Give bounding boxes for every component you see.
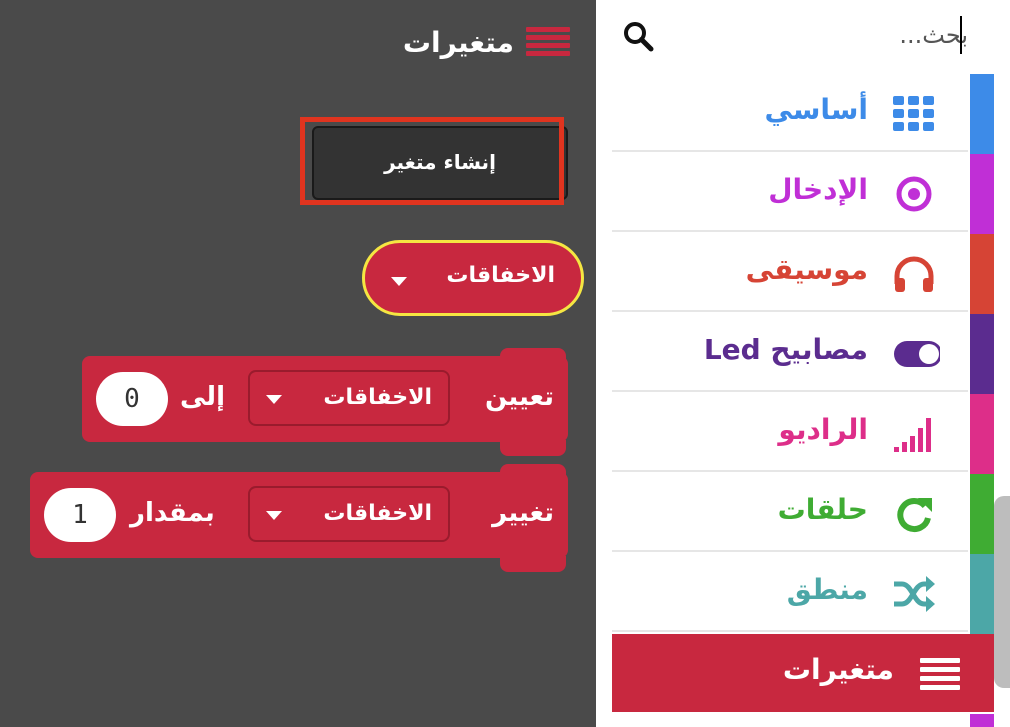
category-label: الراديو (778, 413, 868, 446)
create-variable-button[interactable]: إنشاء متغير (312, 126, 568, 200)
scrollbar[interactable] (994, 496, 1010, 688)
headphones-icon (894, 256, 934, 292)
to-label: إلى (180, 382, 225, 412)
search-icon[interactable] (622, 20, 654, 52)
change-label: تغيير (492, 498, 554, 528)
set-variable-block[interactable]: تعيين الاخفاقات إلى 0 (82, 348, 568, 456)
grid-icon (893, 96, 934, 131)
caret-down-icon (266, 511, 282, 520)
toggle-icon (894, 341, 940, 367)
create-variable-label: إنشاء متغير (384, 150, 496, 174)
category-variables[interactable]: متغيرات (612, 634, 994, 712)
search-input[interactable] (836, 12, 970, 58)
category-label: الإدخال (768, 173, 868, 206)
category-label: موسيقى (745, 253, 868, 286)
set-label: تعيين (484, 382, 554, 412)
category-label: حلقات (777, 493, 868, 526)
category-input[interactable]: الإدخال (612, 154, 968, 232)
category-color-stripe (970, 394, 994, 474)
variable-dropdown[interactable]: الاخفاقات (248, 370, 450, 426)
category-label: أساسي (764, 93, 868, 126)
flyout-header: متغيرات (403, 24, 570, 60)
category-radio[interactable]: الراديو (612, 394, 968, 472)
value-input[interactable]: 0 (96, 372, 168, 426)
search-bar (596, 0, 1010, 72)
category-music[interactable]: موسيقى (612, 234, 968, 312)
category-label: مصابيح Led (703, 333, 868, 366)
variable-reporter-block[interactable]: الاخفاقات (362, 240, 584, 316)
category-label: متغيرات (782, 653, 894, 686)
dropdown-variable-name: الاخفاقات (323, 385, 432, 410)
variable-dropdown[interactable]: الاخفاقات (248, 486, 450, 542)
category-color-stripe (970, 234, 994, 314)
category-logic[interactable]: منطق (612, 554, 968, 632)
shuffle-icon (894, 576, 935, 612)
category-loops[interactable]: حلقات (612, 474, 968, 552)
block-notch (500, 348, 566, 360)
category-color-stripe (970, 474, 994, 554)
category-basic[interactable]: أساسي (612, 74, 968, 152)
block-notch (500, 464, 566, 476)
change-variable-block[interactable]: تغيير الاخفاقات بمقدار 1 (30, 464, 568, 572)
flyout-title: متغيرات (402, 25, 514, 59)
caret-down-icon (266, 395, 282, 404)
category-color-stripe (970, 714, 994, 727)
refresh-icon (897, 498, 932, 533)
block-notch (500, 440, 566, 456)
value-input[interactable]: 1 (44, 488, 116, 542)
target-icon (896, 176, 932, 212)
variables-flyout: متغيرات إنشاء متغير الاخفاقات تعيين الاخ… (0, 0, 596, 727)
reporter-variable-name: الاخفاقات (446, 263, 555, 288)
category-color-stripe (970, 314, 994, 394)
bars-icon (526, 24, 570, 60)
dropdown-variable-name: الاخفاقات (323, 501, 432, 526)
by-label: بمقدار (130, 498, 215, 528)
category-led[interactable]: مصابيح Led (612, 314, 968, 392)
category-color-stripe (970, 154, 994, 234)
text-cursor (960, 16, 962, 54)
toolbox: أساسي الإدخال موسيقى مصابيح Led (596, 0, 1010, 727)
caret-down-icon (391, 277, 407, 286)
category-color-stripe (970, 74, 994, 154)
bars-icon (920, 658, 960, 690)
signal-bars-icon (894, 418, 931, 452)
category-label: منطق (786, 573, 868, 606)
block-notch (500, 556, 566, 572)
category-color-stripe (970, 554, 994, 634)
